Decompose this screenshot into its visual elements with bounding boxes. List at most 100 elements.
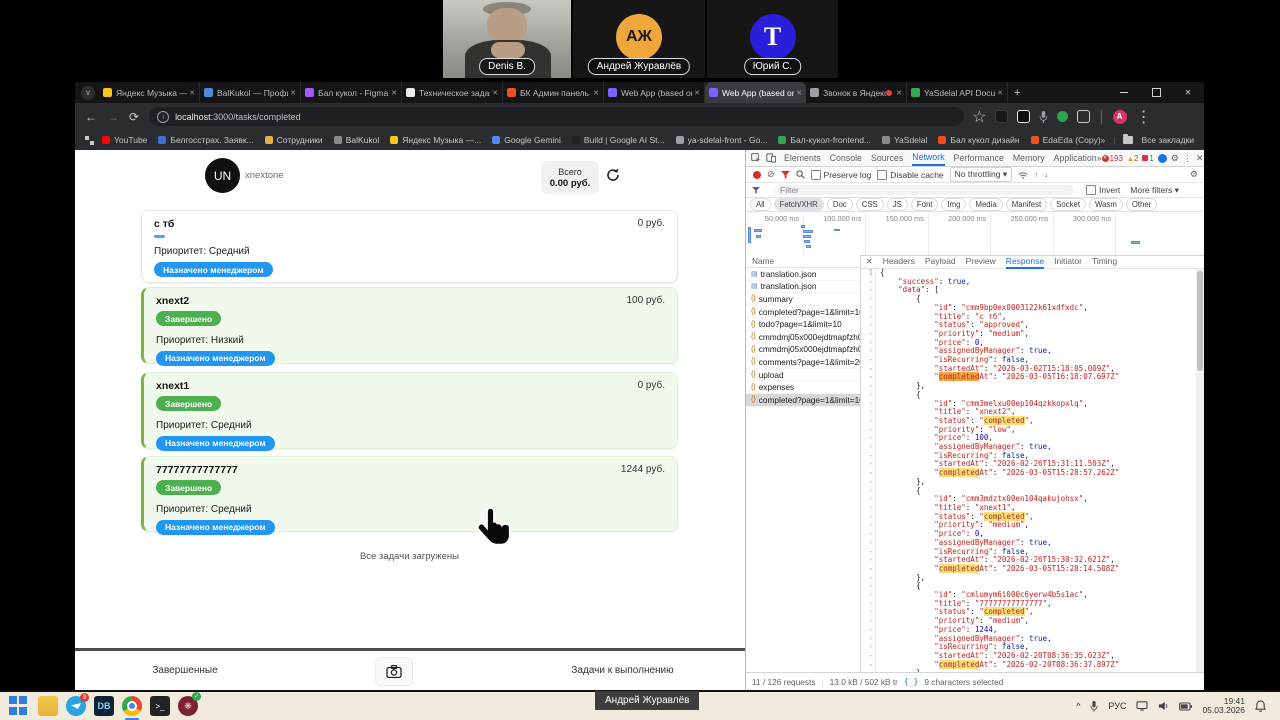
adblock-extension-icon[interactable] (1057, 111, 1069, 122)
browser-tab[interactable]: Яндекс Музыка — с ✕ (99, 82, 200, 103)
bookmark-item[interactable]: Google Gemini (492, 135, 561, 145)
volume-icon[interactable] (1158, 701, 1169, 711)
mic-icon[interactable] (1039, 110, 1048, 123)
invert-checkbox[interactable]: Invert (1086, 185, 1120, 195)
extension-icon-2[interactable] (1017, 110, 1031, 123)
import-har-icon[interactable]: ↑ (1034, 170, 1038, 179)
filter-chip[interactable]: Socket (1050, 198, 1087, 211)
explorer-icon[interactable] (38, 696, 58, 716)
network-tray-icon[interactable] (1136, 701, 1148, 711)
minimize-button[interactable] (1108, 82, 1140, 103)
browser-tab[interactable]: Web App (based on ✕ (604, 82, 705, 103)
close-button[interactable]: ✕ (1172, 82, 1204, 103)
bookmark-item[interactable]: YouTube (102, 135, 147, 145)
devtools-promo-icon[interactable] (1157, 153, 1167, 163)
filter-chip[interactable]: Other (1125, 198, 1158, 211)
error-badge[interactable]: ✕ 193 (1101, 154, 1123, 163)
filter-chip[interactable]: Doc (826, 198, 853, 211)
task-card[interactable]: xnext2 100 руб. Завершено Приоритет: Низкий… (141, 287, 678, 366)
response-body[interactable]: 1{- "success": true, - "data": [- {- "id"… (860, 269, 1196, 672)
name-column-header[interactable]: Name (746, 255, 860, 268)
bookmark-star-icon[interactable]: ☆ (972, 107, 986, 127)
back-icon[interactable]: ← (85, 110, 97, 124)
record-icon[interactable] (753, 170, 761, 179)
filter-chip[interactable]: Manifest (1005, 198, 1048, 211)
bookmark-item[interactable]: Сотрудники (264, 135, 323, 145)
start-button[interactable] (8, 695, 30, 717)
browser-tab[interactable]: BalKukol — Профиль✕ (200, 82, 301, 103)
devtools-tab-network[interactable]: Network (912, 150, 945, 166)
filter-funnel-icon[interactable] (780, 170, 790, 179)
warning-badge[interactable]: ▲2 (1127, 154, 1138, 163)
network-settings-icon[interactable]: ⚙ (1190, 169, 1198, 180)
request-row[interactable]: {} todo?page=1&limit=10 (746, 318, 860, 331)
tab-close-icon[interactable]: ✕ (593, 89, 599, 97)
browser-tab[interactable]: Бал кукол - Figma ✕ (301, 82, 402, 103)
logout-icon[interactable] (605, 167, 621, 188)
device-toolbar-icon[interactable] (766, 153, 776, 163)
bookmark-item[interactable]: Яндекс Музыка —... (390, 135, 481, 145)
battery-icon[interactable] (1179, 702, 1193, 711)
bookmark-item[interactable]: EdaEda (Copy) – Fig... (1030, 135, 1100, 145)
bookmarks-overflow-chevron[interactable]: » (1100, 135, 1105, 145)
maximize-button[interactable] (1140, 82, 1172, 103)
devtools-kebab-icon[interactable]: ⋮ (1183, 153, 1192, 164)
filter-chip[interactable]: Media (969, 198, 1003, 211)
footer-tab-completed[interactable]: Завершенные (115, 665, 255, 676)
bookmark-item[interactable]: YaSdelal (882, 135, 927, 145)
browser-tab[interactable]: YaSdelal API Docume✕ (907, 82, 1008, 103)
devtools-tab-elements[interactable]: Elements (784, 151, 821, 165)
request-row[interactable]: {} comments?page=1&limit=20 (746, 356, 860, 369)
panel-tab-preview[interactable]: Preview (966, 255, 996, 269)
filter-chip[interactable]: Img (941, 198, 967, 211)
clear-icon[interactable]: ⊘ (767, 169, 775, 180)
request-row[interactable]: {} expenses (746, 381, 860, 394)
devtools-tab-memory[interactable]: Memory (1013, 151, 1045, 165)
response-scrollbar[interactable] (1196, 269, 1204, 672)
request-row[interactable]: {} completed?page=1&limit=10 (746, 393, 860, 407)
panel-tab-response[interactable]: Response (1005, 255, 1045, 269)
panel-tab-payload[interactable]: Payload (925, 255, 956, 269)
request-row[interactable]: {} completed?page=1&limit=10 (746, 306, 860, 319)
tray-chevron-icon[interactable]: ^ (1076, 701, 1080, 711)
camera-button[interactable] (375, 657, 413, 686)
tab-close-icon[interactable]: ✕ (694, 89, 700, 97)
preserve-log-checkbox[interactable]: Preserve log (810, 169, 871, 180)
profile-avatar[interactable]: A (1112, 109, 1127, 124)
terminal-icon[interactable]: >_ (150, 696, 170, 716)
url-field[interactable]: i localhost:3000/tasks/completed (149, 107, 965, 126)
all-bookmarks-label[interactable]: Все закладки (1141, 135, 1194, 145)
bookmark-item[interactable]: BalKukol (333, 135, 379, 145)
search-icon[interactable] (795, 170, 805, 179)
browser-tab[interactable]: Звонок в Яндекс ✕ (806, 82, 907, 103)
tab-close-icon[interactable]: ✕ (492, 89, 498, 97)
request-row[interactable]: {} summary (746, 293, 860, 306)
panel-tab-headers[interactable]: Headers (883, 255, 915, 269)
devtools-settings-icon[interactable]: ⚙ (1171, 153, 1179, 164)
tab-close-icon[interactable]: ✕ (391, 89, 397, 97)
menu-kebab-icon[interactable]: ⋮ (1136, 107, 1152, 127)
tab-close-icon[interactable]: ✕ (290, 89, 296, 97)
filter-chip[interactable]: JS (886, 198, 908, 211)
network-conditions-icon[interactable] (1018, 171, 1028, 179)
bookmark-item[interactable]: Белгосстрах. Заявк... (158, 135, 254, 145)
tab-close-icon[interactable]: ✕ (896, 89, 902, 97)
forward-icon[interactable]: → (107, 110, 119, 124)
notifications-bell-icon[interactable] (1255, 700, 1266, 712)
tab-close-icon[interactable]: ✕ (796, 89, 802, 97)
chrome-icon[interactable] (122, 696, 142, 720)
bookmark-item[interactable]: ya-sdelal-front - Go... (675, 135, 767, 145)
call-app-icon[interactable]: ❋ ✓ (178, 692, 201, 716)
bookmark-item[interactable]: Build | Google AI St... (571, 135, 665, 145)
filter-chip[interactable]: All (750, 198, 771, 211)
bookmark-item[interactable]: Бал кукол дизайн (938, 135, 1020, 145)
filter-chip[interactable]: Fetch/XHR (773, 198, 824, 211)
request-row[interactable]: {}cmmdmj05x000ejdtmapfzh00n (746, 344, 860, 357)
network-overview[interactable]: 50.000 ms 100.000 ms 150.000 ms 200.000 ms 2… (746, 213, 1204, 256)
filter-chip[interactable]: CSS (855, 198, 884, 211)
request-row[interactable]: ▤ translation.json (746, 268, 860, 281)
devtools-tab-performance[interactable]: Performance (954, 151, 1004, 165)
new-tab-button[interactable]: + (1014, 87, 1020, 99)
request-row[interactable]: {}cmmdmj05x000ejdtmapfzh00n (746, 331, 860, 344)
task-card[interactable]: 77777777777777 1244 руб. Завершено Приорите… (141, 456, 678, 535)
